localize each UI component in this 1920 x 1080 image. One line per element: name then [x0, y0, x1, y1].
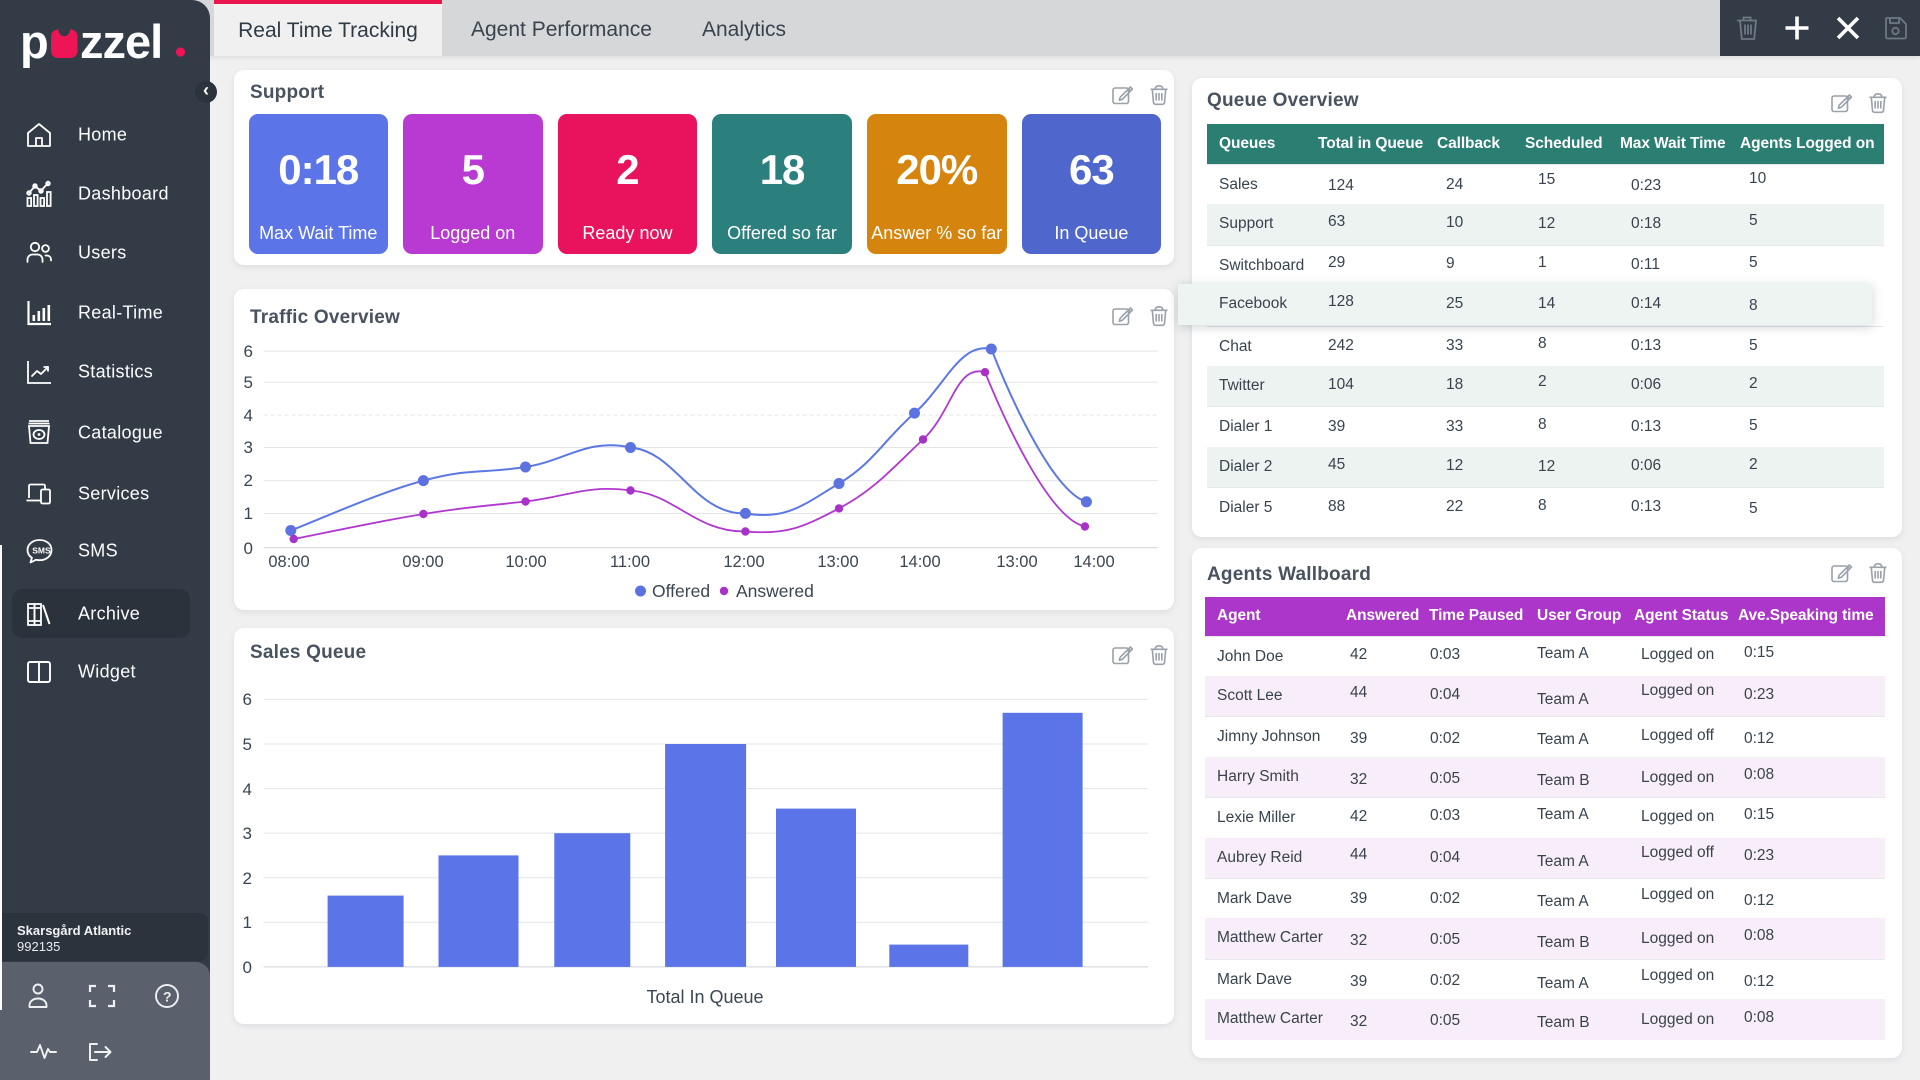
- svg-text:4: 4: [244, 406, 253, 425]
- svg-text:09:00: 09:00: [402, 553, 443, 571]
- svg-text:5: 5: [244, 373, 253, 392]
- svg-text:6: 6: [243, 690, 252, 709]
- svg-text:14:00: 14:00: [1073, 553, 1114, 571]
- svg-text:08:00: 08:00: [268, 553, 309, 571]
- svg-text:4: 4: [243, 780, 252, 799]
- svg-text:Total In Queue: Total In Queue: [646, 987, 763, 1007]
- svg-text:6: 6: [244, 342, 253, 361]
- svg-text:3: 3: [243, 824, 252, 843]
- svg-text:1: 1: [244, 504, 253, 523]
- svg-text:0: 0: [243, 958, 252, 977]
- svg-text:2: 2: [243, 869, 252, 888]
- svg-text:1: 1: [243, 913, 252, 932]
- svg-text:12:00: 12:00: [723, 553, 764, 571]
- svg-text:3: 3: [244, 438, 253, 457]
- svg-text:zzel: zzel: [80, 16, 162, 68]
- svg-text:14:00: 14:00: [899, 553, 940, 571]
- svg-text:Answered: Answered: [736, 581, 814, 601]
- svg-text:Offered: Offered: [652, 581, 710, 601]
- svg-text:2: 2: [244, 471, 253, 490]
- svg-text:SMS: SMS: [32, 546, 51, 556]
- svg-text:13:00: 13:00: [817, 553, 858, 571]
- svg-text:13:00: 13:00: [996, 553, 1037, 571]
- svg-text:p: p: [20, 16, 48, 68]
- svg-text:10:00: 10:00: [505, 553, 546, 571]
- svg-text:0: 0: [244, 539, 253, 558]
- svg-text:?: ?: [163, 989, 172, 1005]
- svg-text:11:00: 11:00: [610, 553, 650, 571]
- svg-text:5: 5: [243, 735, 252, 754]
